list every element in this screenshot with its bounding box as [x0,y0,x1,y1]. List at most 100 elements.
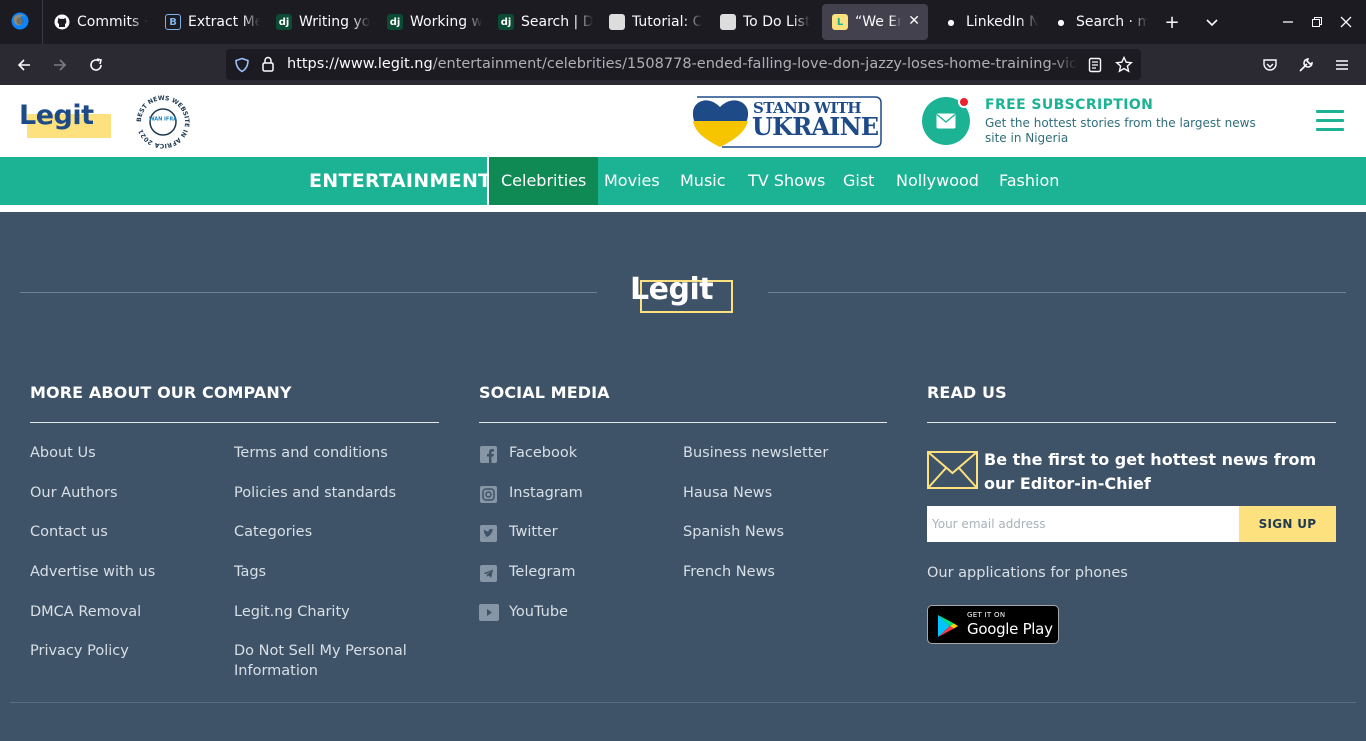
envelope-icon [927,451,978,489]
legit-logo[interactable]: Legit [19,100,111,140]
notification-dot [958,96,970,108]
social-rule [479,422,887,423]
tab-title: “We End [855,14,902,30]
reload-icon[interactable] [83,52,109,78]
link-advertise[interactable]: Advertise with us [30,564,155,580]
award-badge-icon[interactable]: BEST NEWS WEBSITE IN AFRICA 2021 WAN IFR… [134,93,192,151]
browser-tab-bar: Commits · B Extract Me dj Writing yo dj … [0,0,1366,44]
cat-item-nollywood[interactable]: Nollywood [884,157,991,205]
tab-writing[interactable]: dj Writing yo [266,4,371,40]
tab-legit-active[interactable]: L “We End ✕ [822,4,928,40]
tab-linkedin[interactable]: ● LinkedIn N [933,4,1039,40]
social-heading: SOCIAL MEDIA [479,383,610,402]
wrench-icon[interactable] [1293,52,1319,78]
tab-tutorial[interactable]: Tutorial: C [599,4,704,40]
tab-search-m[interactable]: ● Search · m [1043,4,1149,40]
pocket-icon[interactable] [1257,52,1283,78]
link-policies[interactable]: Policies and standards [234,485,396,501]
tab-commits[interactable]: Commits · [44,4,149,40]
facebook-icon[interactable] [480,446,497,463]
signup-button[interactable]: SIGN UP [1239,506,1336,542]
legit-icon: L [832,14,848,30]
link-our-authors[interactable]: Our Authors [30,485,118,501]
instagram-icon[interactable] [480,486,497,503]
dot-icon: ● [947,17,955,27]
subscription-title[interactable]: FREE SUBSCRIPTION [985,97,1153,113]
tab-separator [42,0,43,44]
cat-item-celebrities[interactable]: Celebrities [489,157,599,205]
twitter-icon[interactable] [480,525,497,542]
link-charity[interactable]: Legit.ng Charity [234,604,350,620]
tab-title: Writing yo [299,14,371,30]
telegram-icon[interactable] [480,565,497,582]
link-twitter[interactable]: Twitter [509,524,558,540]
tab-search-django[interactable]: dj Search | Dj [488,4,593,40]
link-dmca[interactable]: DMCA Removal [30,604,141,620]
link-privacy[interactable]: Privacy Policy [30,643,129,659]
ukraine-line2: UKRAINE [752,112,879,141]
cat-item-gist[interactable]: Gist [831,157,886,205]
subscription-description: Get the hottest stories from the largest… [985,116,1256,145]
link-youtube[interactable]: YouTube [509,604,568,620]
tab-title: LinkedIn N [966,14,1038,30]
close-tab-icon[interactable]: ✕ [908,13,920,29]
category-title[interactable]: ENTERTAINMENT [309,170,491,192]
firefox-icon[interactable] [10,11,30,31]
footer-divider-left [20,292,597,293]
google-play-badge[interactable]: GET IT ON Google Play [927,605,1059,644]
url-bar[interactable]: https://www.legit.ng/entertainment/celeb… [226,49,1141,80]
footer-bottom-divider [10,702,1356,703]
url-domain: https://www.legit.ng [287,56,433,72]
bookmark-star-icon[interactable] [1115,56,1133,74]
email-input[interactable] [927,506,1239,542]
forward-icon[interactable] [47,52,73,78]
link-categories[interactable]: Categories [234,524,312,540]
link-tags[interactable]: Tags [234,564,266,580]
stand-with-ukraine-banner[interactable]: STAND WITH UKRAINE [692,95,882,149]
tab-title: To Do List [743,14,811,30]
footer-logo[interactable]: Legit [630,272,736,316]
link-spanish-news[interactable]: Spanish News [683,524,784,540]
cat-item-movies[interactable]: Movies [592,157,672,205]
back-icon[interactable] [11,52,37,78]
readus-heading: READ US [927,383,1007,402]
link-business-newsletter[interactable]: Business newsletter [683,445,828,461]
link-contact-us[interactable]: Contact us [30,524,108,540]
tab-todo[interactable]: To Do List [710,4,815,40]
link-hausa-news[interactable]: Hausa News [683,485,772,501]
link-french-news[interactable]: French News [683,564,775,580]
github-icon [54,14,70,30]
category-nav: ENTERTAINMENT Celebrities Movies Music T… [0,157,1366,212]
url-path: /entertainment/celebrities/1508778-ended… [432,56,1077,72]
link-facebook[interactable]: Facebook [509,445,577,461]
link-instagram[interactable]: Instagram [509,485,583,501]
lock-icon[interactable] [261,56,275,72]
page-icon [720,14,736,30]
youtube-icon[interactable] [479,604,499,621]
cat-item-fashion[interactable]: Fashion [987,157,1071,205]
django-icon: dj [276,14,292,30]
tab-list-chevron-icon[interactable] [1200,10,1224,34]
minimize-window-icon[interactable] [1276,10,1300,34]
new-tab-icon[interactable]: + [1160,10,1184,34]
link-about-us[interactable]: About Us [30,445,96,461]
company-rule [30,422,439,423]
restore-window-icon[interactable] [1305,10,1329,34]
close-window-icon[interactable] [1334,10,1358,34]
tab-working[interactable]: dj Working w [377,4,482,40]
hamburger-menu-icon[interactable] [1316,110,1344,132]
cat-item-tv-shows[interactable]: TV Shows [736,157,837,205]
url-text[interactable]: https://www.legit.ng/entertainment/celeb… [287,56,1077,72]
bootstrap-icon: B [165,14,181,30]
footer-divider-right [768,292,1346,293]
link-telegram[interactable]: Telegram [509,564,575,580]
logo-text: Legit [19,100,94,131]
reader-view-icon[interactable] [1088,57,1102,73]
tab-title: Extract Me [188,14,260,30]
tab-extract[interactable]: B Extract Me [155,4,260,40]
app-menu-icon[interactable] [1329,52,1355,78]
link-do-not-sell[interactable]: Do Not Sell My Personal Information [234,641,434,681]
link-terms[interactable]: Terms and conditions [234,445,388,461]
shield-icon[interactable] [234,57,250,73]
cat-item-music[interactable]: Music [668,157,738,205]
